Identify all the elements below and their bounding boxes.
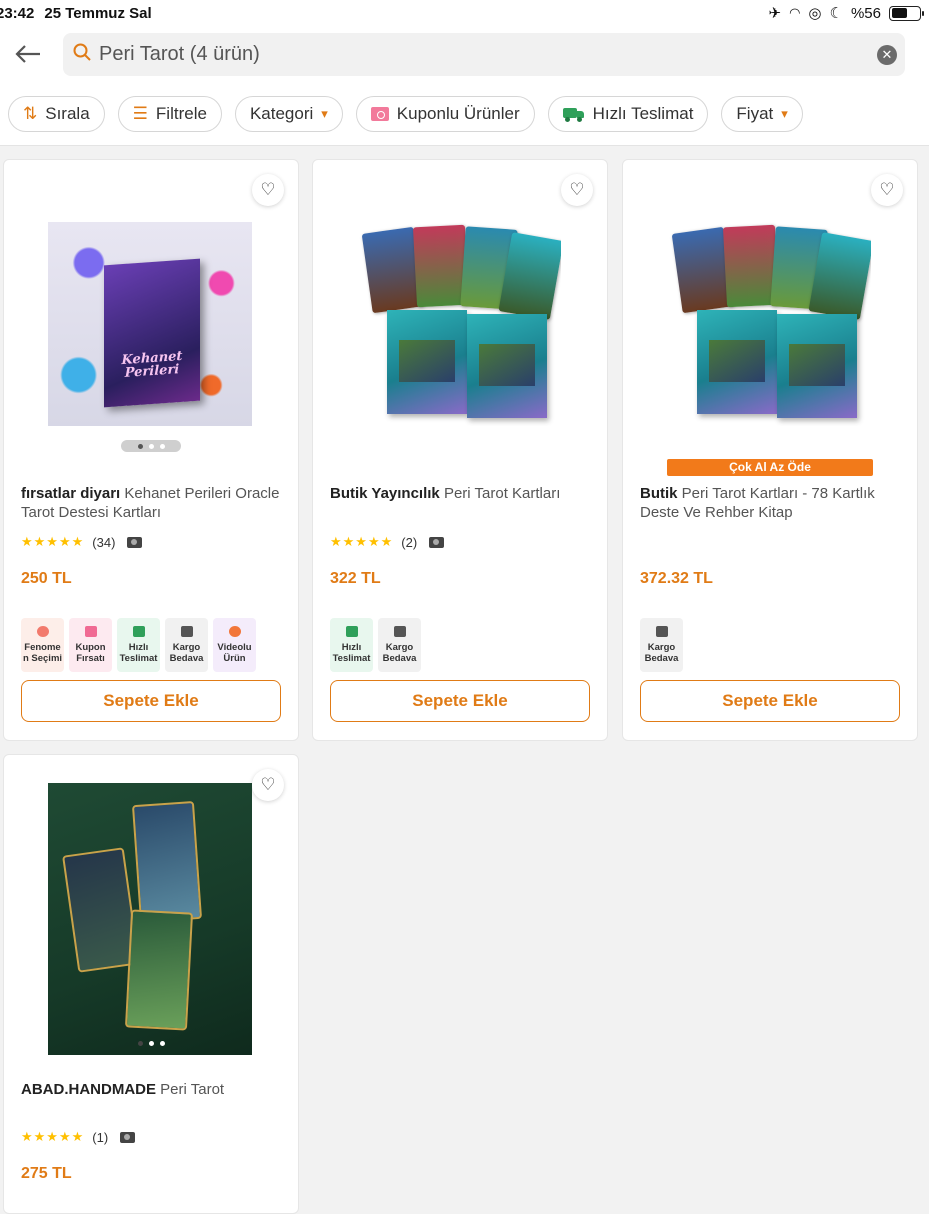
product-name: Peri Tarot Kartları	[443, 485, 561, 502]
product-card[interactable]: ♡ Çok Al Az Öde Butik Peri Tarot Kartlar…	[622, 159, 918, 741]
search-input[interactable]: Peri Tarot (4 ürün) ✕	[63, 33, 905, 76]
battery-percent: %56	[850, 4, 881, 22]
product-price: 250 TL	[21, 570, 72, 587]
heart-icon[interactable]: ♡	[252, 769, 284, 801]
promo-banner: Çok Al Az Öde	[667, 459, 873, 476]
product-name: Peri Tarot	[160, 1081, 225, 1098]
status-time: 23:42	[0, 4, 35, 22]
search-icon	[73, 43, 91, 66]
filter-chip[interactable]: ☰ Filtrele	[117, 95, 222, 132]
sort-label: Sırala	[45, 103, 90, 123]
box-icon	[180, 626, 193, 637]
badge-free-shipping: Kargo Bedava	[378, 618, 421, 672]
search-header: Peri Tarot (4 ürün) ✕	[0, 26, 929, 82]
product-brand: Butik Yayıncılık	[330, 485, 440, 502]
heart-icon[interactable]: ♡	[871, 174, 903, 206]
badge-video-product: Videolu Ürün	[213, 618, 256, 672]
camera-icon	[429, 536, 445, 548]
chevron-down-icon: ▾	[781, 105, 788, 121]
filter-label: Filtrele	[155, 103, 207, 123]
product-image[interactable]	[48, 783, 252, 1055]
add-to-cart-button[interactable]: Sepete Ekle	[330, 680, 590, 722]
product-card[interactable]: ♡ fırsatlar diyarı Kehanet Perileri Orac…	[3, 159, 299, 741]
badge-list: Kargo Bedava	[640, 618, 683, 672]
box-icon	[655, 626, 668, 637]
product-title[interactable]: fırsatlar diyarı Kehanet Perileri Oracle…	[21, 484, 283, 522]
sort-chip[interactable]: ⇅ Sırala	[8, 95, 105, 132]
product-image[interactable]	[357, 222, 561, 426]
review-count: (1)	[92, 1129, 109, 1145]
filter-bar: ⇅ Sırala ☰ Filtrele Kategori ▾ Kuponlu Ü…	[0, 82, 929, 146]
star-rating-icon: ★★★★★	[330, 534, 394, 549]
coupon-products-label: Kuponlu Ürünler	[396, 103, 520, 123]
product-rating: ★★★★★ (2)	[330, 534, 445, 550]
truck-icon	[345, 626, 358, 637]
product-rating: ★★★★★ (34)	[21, 534, 143, 550]
star-rating-icon: ★★★★★	[21, 534, 85, 549]
image-carousel-dots	[121, 1037, 181, 1049]
status-date: 25 Temmuz Sal	[44, 4, 152, 22]
battery-icon	[889, 5, 924, 21]
product-card[interactable]: ♡ ABAD.HANDMADE Peri Tarot ★★★★★ (1) 275…	[3, 754, 299, 1214]
product-title[interactable]: ABAD.HANDMADE Peri Tarot	[21, 1080, 283, 1099]
clear-search-icon[interactable]: ✕	[877, 45, 897, 65]
review-count: (34)	[92, 534, 116, 550]
product-price: 372.32 TL	[640, 570, 713, 587]
product-brand: fırsatlar diyarı	[21, 485, 121, 502]
product-image[interactable]	[667, 222, 871, 426]
price-chip[interactable]: Fiyat ▾	[721, 95, 803, 132]
badge-fast-delivery: Hızlı Teslimat	[117, 618, 160, 672]
airplane-icon: ✈	[768, 5, 782, 22]
add-to-cart-button[interactable]: Sepete Ekle	[640, 680, 900, 722]
badge-influencer-pick: Fenome n Seçimi	[21, 618, 64, 672]
badge-list: Hızlı Teslimat Kargo Bedava	[330, 618, 421, 672]
orientation-lock-icon: ◎	[808, 5, 822, 22]
search-query: Peri Tarot (4 ürün)	[99, 43, 260, 65]
add-to-cart-button[interactable]: Sepete Ekle	[21, 680, 281, 722]
badge-fast-delivery: Hızlı Teslimat	[330, 618, 373, 672]
filter-sliders-icon: ☰	[132, 103, 148, 123]
camera-icon	[120, 1131, 136, 1143]
product-title[interactable]: Butik Yayıncılık Peri Tarot Kartları	[330, 484, 592, 503]
truck-icon	[562, 107, 585, 122]
product-brand: Butik	[640, 485, 678, 502]
badge-free-shipping: Kargo Bedava	[165, 618, 208, 672]
fast-delivery-label: Hızlı Teslimat	[592, 103, 694, 123]
product-title[interactable]: Butik Peri Tarot Kartları - 78 Kartlık D…	[640, 484, 902, 522]
box-icon	[393, 626, 406, 637]
moon-icon: ☾	[829, 5, 843, 22]
badge-free-shipping: Kargo Bedava	[640, 618, 683, 672]
influencer-icon	[36, 626, 49, 637]
product-rating: ★★★★★ (1)	[21, 1129, 136, 1145]
coupon-products-chip[interactable]: Kuponlu Ürünler	[355, 95, 535, 132]
back-arrow-icon[interactable]	[2, 34, 54, 74]
heart-icon[interactable]: ♡	[561, 174, 593, 206]
badge-coupon: Kupon Fırsatı	[69, 618, 112, 672]
category-chip[interactable]: Kategori ▾	[234, 95, 343, 132]
badge-list: Fenome n Seçimi Kupon Fırsatı Hızlı Teslima…	[21, 618, 256, 672]
truck-icon	[132, 626, 145, 637]
price-label: Fiyat	[736, 103, 774, 123]
product-card[interactable]: ♡ Butik Yayıncılık Peri Tarot Kartları ★…	[312, 159, 608, 741]
book-cover	[104, 258, 200, 408]
status-bar: 23:42 25 Temmuz Sal ✈ ◠ ◎ ☾ %56	[0, 0, 929, 26]
camera-icon	[127, 536, 143, 548]
product-image[interactable]	[48, 222, 252, 426]
product-brand: ABAD.HANDMADE	[21, 1081, 156, 1098]
heart-icon[interactable]: ♡	[252, 174, 284, 206]
sort-icon: ⇅	[23, 103, 38, 123]
product-price: 275 TL	[21, 1165, 72, 1182]
review-count: (2)	[401, 534, 418, 550]
coupon-icon	[370, 106, 389, 121]
coupon-icon	[84, 626, 97, 637]
star-rating-icon: ★★★★★	[21, 1129, 85, 1144]
product-price: 322 TL	[330, 570, 381, 587]
chevron-down-icon: ▾	[321, 105, 328, 121]
category-label: Kategori	[249, 103, 314, 123]
fast-delivery-chip[interactable]: Hızlı Teslimat	[547, 95, 709, 132]
play-icon	[228, 626, 241, 637]
wifi-icon: ◠	[789, 5, 801, 20]
image-carousel-dots	[121, 440, 181, 452]
